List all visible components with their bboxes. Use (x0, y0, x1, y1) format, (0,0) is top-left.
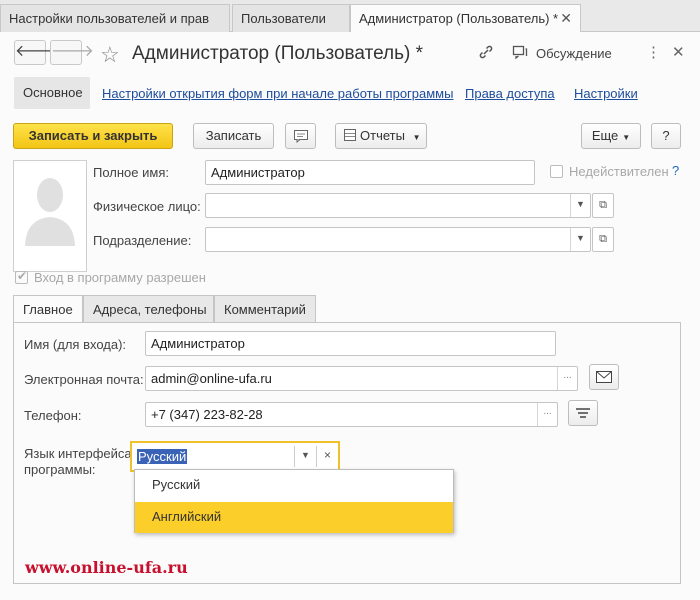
login-allowed-label: Вход в программу разрешен (34, 270, 206, 285)
chevron-down-icon: ▼ (622, 133, 631, 142)
tab-label: Администратор (Пользователь) * (359, 11, 559, 26)
arrow-right-icon: 🡒 (51, 43, 94, 60)
section-main[interactable]: Основное (14, 77, 90, 109)
save-and-close-button[interactable]: Записать и закрыть (13, 123, 173, 149)
full-name-label: Полное имя: (93, 165, 169, 180)
window-tab-administrator[interactable]: Администратор (Пользователь) * ✕ (350, 4, 581, 33)
tab-label: Пользователи (241, 11, 326, 26)
language-value: Русский (137, 449, 188, 464)
language-dropdown-list: Русский Английский (134, 469, 454, 533)
comment-icon (293, 130, 308, 144)
window-tab-bar: Настройки пользователей и прав Пользоват… (0, 0, 700, 33)
reports-label: Отчеты (360, 128, 405, 143)
window-tab-users[interactable]: Пользователи (232, 4, 350, 32)
inactive-label: Недействителен (569, 164, 669, 179)
person-input[interactable]: ▼ (205, 193, 591, 218)
login-allowed-checkbox[interactable] (15, 269, 28, 284)
tab-comment[interactable]: Комментарий (214, 295, 316, 323)
inactive-help-icon[interactable]: ? (672, 163, 679, 178)
language-label-line1: Язык интерфейса (24, 446, 132, 461)
person-label: Физическое лицо: (93, 199, 201, 214)
more-label: Еще (591, 128, 619, 143)
tab-label: Настройки пользователей и прав (9, 11, 210, 26)
tab-main[interactable]: Главное (13, 295, 83, 324)
envelope-icon (596, 371, 612, 383)
back-button[interactable]: 🡐 (14, 40, 58, 65)
language-option-english[interactable]: Английский (135, 502, 453, 533)
send-email-button[interactable] (589, 364, 619, 390)
email-select-button[interactable]: ... (557, 367, 577, 390)
chevron-down-icon[interactable]: ▼ (294, 446, 316, 467)
department-label: Подразделение: (93, 233, 192, 248)
help-button[interactable]: ? (651, 123, 681, 149)
email-input[interactable]: admin@online-ufa.ru ... (145, 366, 578, 391)
link-access-rights[interactable]: Права доступа (465, 86, 555, 101)
reports-icon (344, 129, 356, 141)
link-form-open-settings[interactable]: Настройки открытия форм при начале работ… (102, 86, 453, 101)
open-window-icon: ⧉ (599, 199, 607, 211)
department-open-button[interactable]: ⧉ (592, 227, 614, 252)
person-dropdown-icon[interactable]: ▼ (570, 194, 590, 217)
user-photo[interactable] (13, 160, 87, 272)
open-window-icon: ⧉ (599, 233, 607, 245)
email-value: admin@online-ufa.ru (151, 371, 272, 386)
watermark: www.online-ufa.ru (25, 558, 188, 577)
link-settings[interactable]: Настройки (574, 86, 638, 101)
chevron-down-icon: ▼ (412, 133, 421, 142)
language-select[interactable]: Русский ▼ × (130, 441, 340, 472)
close-tab-icon[interactable]: ✕ (560, 10, 572, 27)
save-button[interactable]: Записать (193, 123, 274, 149)
more-button[interactable]: Еще ▼ (581, 123, 641, 149)
department-dropdown-icon[interactable]: ▼ (570, 228, 590, 251)
message-button[interactable] (285, 123, 316, 149)
clear-icon[interactable]: × (316, 446, 338, 467)
full-name-input[interactable]: Администратор (205, 160, 535, 185)
email-label: Электронная почта: (24, 372, 144, 387)
phone-label: Телефон: (24, 408, 82, 423)
lines-icon (576, 408, 590, 418)
form-page: 🡐 🡒 ☆ Администратор (Пользователь) * Обс… (0, 32, 700, 600)
link-icon[interactable] (478, 44, 494, 64)
login-name-input[interactable]: Администратор (145, 331, 556, 356)
favorite-star-icon[interactable]: ☆ (100, 42, 120, 68)
department-input[interactable]: ▼ (205, 227, 591, 252)
close-icon[interactable]: ✕ (672, 43, 685, 61)
inactive-checkbox[interactable] (550, 165, 563, 178)
phone-format-button[interactable] (568, 400, 598, 426)
more-vertical-icon[interactable]: ⋮ (646, 43, 661, 61)
avatar-placeholder-icon (25, 178, 75, 246)
reports-button[interactable]: Отчеты ▼ (335, 123, 427, 149)
forward-button[interactable]: 🡒 (50, 40, 94, 65)
person-open-button[interactable]: ⧉ (592, 193, 614, 218)
tab-addresses-phones[interactable]: Адреса, телефоны (83, 295, 214, 323)
login-name-label: Имя (для входа): (24, 337, 127, 352)
language-option-russian[interactable]: Русский (135, 470, 453, 501)
page-title: Администратор (Пользователь) * (132, 43, 423, 64)
discussion-icon[interactable] (512, 44, 528, 64)
phone-value: +7 (347) 223-82-28 (151, 407, 263, 422)
phone-input[interactable]: +7 (347) 223-82-28 ... (145, 402, 558, 427)
language-label-line2: программы: (24, 462, 96, 477)
phone-select-button[interactable]: ... (537, 403, 557, 426)
discussion-button[interactable]: Обсуждение (536, 46, 612, 61)
window-tab-user-settings[interactable]: Настройки пользователей и прав (0, 4, 230, 32)
